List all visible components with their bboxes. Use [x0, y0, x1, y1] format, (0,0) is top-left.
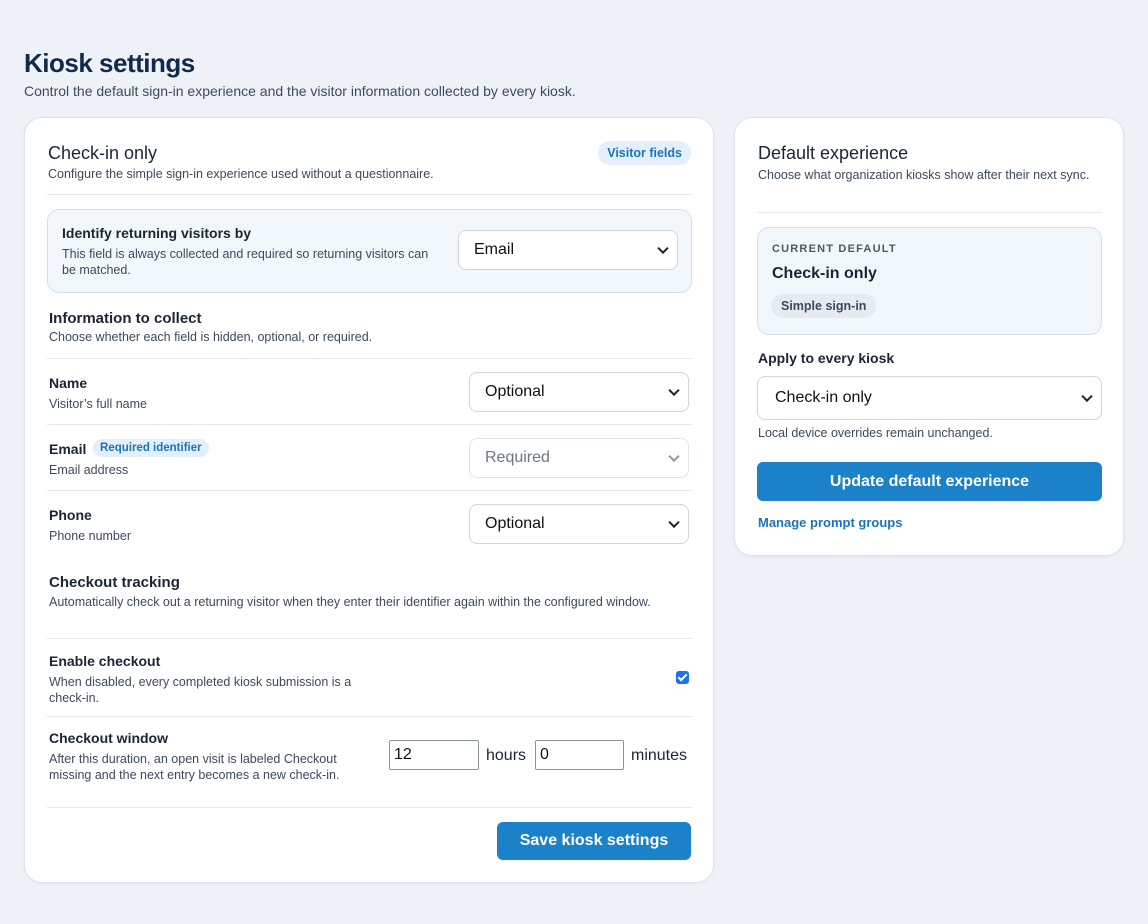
chevron-down-icon	[668, 384, 680, 397]
divider	[47, 194, 692, 195]
chevron-down-icon	[657, 242, 669, 255]
divider	[47, 807, 692, 808]
checkout-window-help: After this duration, an open visit is la…	[49, 752, 340, 782]
default-experience-title: Default experience	[758, 143, 909, 163]
identify-select[interactable]: Email	[458, 230, 678, 270]
divider	[47, 358, 692, 359]
apply-select-value: Check-in only	[775, 389, 872, 406]
identify-select-value: Email	[474, 241, 515, 258]
field-phone-help: Phone number	[49, 529, 132, 543]
divider	[47, 424, 692, 425]
card-subtitle: Configure the simple sign-in experience …	[48, 167, 434, 181]
card-title: Check-in only	[48, 143, 158, 163]
field-name-select[interactable]: Optional	[469, 372, 689, 412]
enable-checkout-checkbox[interactable]	[676, 671, 689, 684]
page-subtitle: Control the default sign-in experience a…	[24, 83, 576, 99]
divider	[47, 638, 692, 639]
chevron-down-icon	[668, 450, 680, 463]
manage-prompt-groups-link[interactable]: Manage prompt groups	[758, 515, 902, 530]
field-phone-select[interactable]: Optional	[469, 504, 689, 544]
field-email-help: Email address	[49, 463, 129, 477]
default-experience-subtitle: Choose what organization kiosks show aft…	[758, 168, 1090, 182]
hours-unit: hours	[486, 747, 527, 764]
chevron-down-icon	[668, 516, 680, 529]
divider	[47, 716, 692, 717]
identify-label: Identify returning visitors by	[62, 225, 252, 241]
checkout-subtitle: Automatically check out a returning visi…	[49, 595, 651, 609]
update-default-experience-button[interactable]: Update default experience	[757, 462, 1102, 501]
hours-input[interactable]: 12	[389, 740, 479, 770]
overrides-note: Local device overrides remain unchanged.	[758, 426, 993, 440]
field-email-label: Email	[49, 441, 87, 457]
identify-help: This field is always collected and requi…	[62, 247, 429, 277]
field-phone-label: Phone	[49, 507, 92, 523]
visitor-fields-badge: Visitor fields	[598, 141, 691, 165]
field-phone-value: Optional	[485, 515, 545, 532]
collect-title: Information to collect	[49, 310, 202, 327]
checkin-settings-card: Check-in only Configure the simple sign-…	[24, 117, 714, 883]
field-email-value: Required	[485, 449, 550, 466]
chevron-down-icon	[1081, 390, 1093, 403]
current-default-box: CURRENT DEFAULT Check-in only Simple sig…	[757, 227, 1102, 335]
minutes-input[interactable]: 0	[535, 740, 624, 770]
default-experience-card: Default experience Choose what organizat…	[734, 117, 1124, 556]
field-email-select: Required	[469, 438, 689, 478]
field-name-help: Visitor’s full name	[49, 397, 147, 411]
divider	[757, 212, 1102, 213]
minutes-unit: minutes	[631, 747, 688, 764]
apply-label: Apply to every kiosk	[758, 350, 895, 366]
enable-checkout-label: Enable checkout	[49, 653, 161, 669]
identify-returning-box: Identify returning visitors by This fiel…	[47, 209, 692, 293]
current-default-value: Check-in only	[772, 265, 877, 282]
field-name-label: Name	[49, 375, 88, 391]
page-title: Kiosk settings	[24, 48, 195, 78]
enable-checkout-help: When disabled, every completed kiosk sub…	[49, 675, 352, 705]
required-identifier-badge: Required identifier	[93, 439, 209, 457]
current-default-eyebrow: CURRENT DEFAULT	[772, 243, 897, 255]
save-kiosk-settings-button[interactable]: Save kiosk settings	[497, 822, 691, 860]
apply-select[interactable]: Check-in only	[757, 376, 1102, 420]
checkout-window-label: Checkout window	[49, 730, 168, 746]
simple-sign-in-badge: Simple sign-in	[771, 294, 877, 318]
checkout-title: Checkout tracking	[49, 574, 180, 591]
divider	[47, 490, 692, 491]
collect-subtitle: Choose whether each field is hidden, opt…	[49, 330, 373, 344]
field-name-value: Optional	[485, 383, 545, 400]
